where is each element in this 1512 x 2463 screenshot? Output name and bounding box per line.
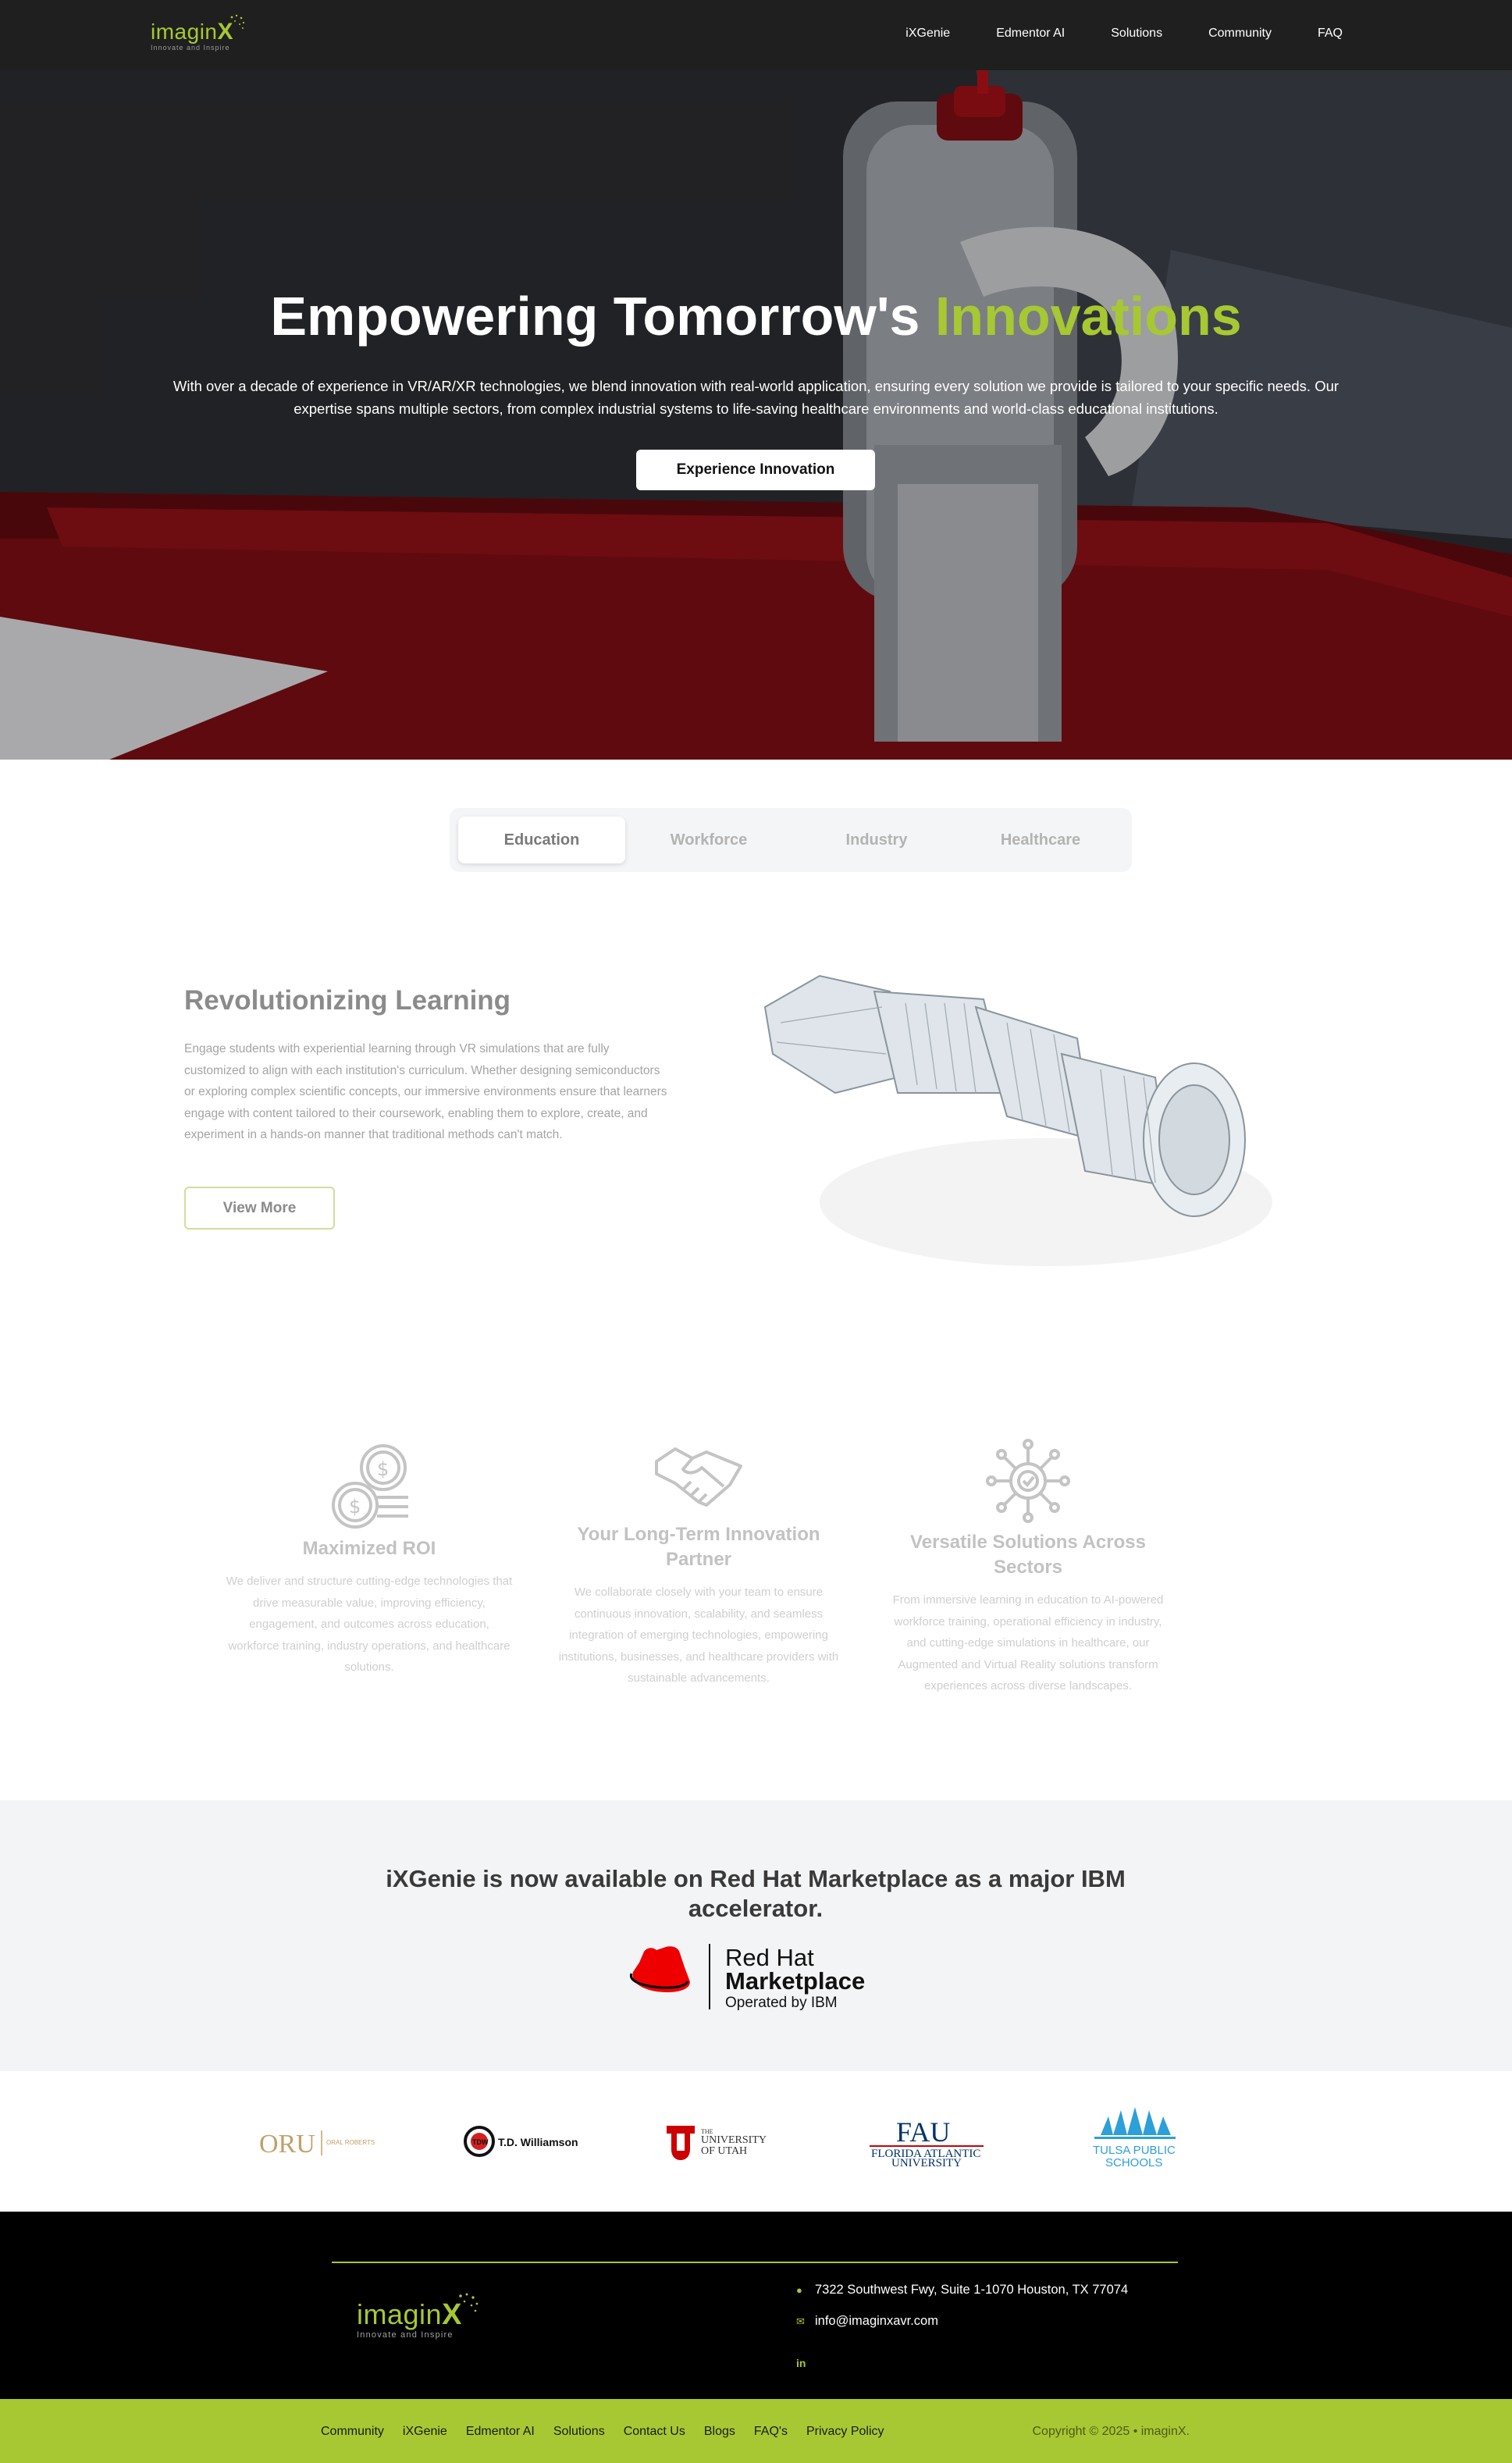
university-of-utah-logo[interactable]: THE UNIVERSITY OF UTAH [665,2102,782,2180]
oru-logo-short: ORU [259,2130,315,2159]
redhat-announcement: iXGenie is now available on Red Hat Mark… [0,1800,1512,2071]
value-text-roi: We deliver and structure cutting-edge te… [226,1575,513,1674]
footer-link-edmentor-ai[interactable]: Edmentor AI [466,2425,535,2439]
redhat-title: iXGenie is now available on Red Hat Mark… [386,1865,1126,1922]
oru-logo[interactable]: ORU ORAL ROBERTS UNIVERSITY [258,2102,375,2180]
footer-link-privacy-policy[interactable]: Privacy Policy [806,2425,884,2439]
footer-divider [332,2262,1178,2263]
footer-link-blogs[interactable]: Blogs [704,2425,735,2439]
partner-logos: ORU ORAL ROBERTS UNIVERSITY TDW T.D. Wil… [0,2071,1512,2212]
footer-link-community[interactable]: Community [321,2425,384,2439]
view-more-button[interactable]: View More [184,1187,335,1230]
utah-of-utah: OF UTAH [701,2145,747,2157]
feature-title: Revolutionizing Learning [184,985,511,1016]
copyright-text: Copyright © 2025 • imaginX. [1032,2425,1190,2438]
footer-email-text[interactable]: info@imaginxavr.com [815,2314,938,2328]
nav-link-ixgenie[interactable]: iXGenie [905,27,950,41]
value-text-sectors: From immersive learning in education to … [892,1593,1164,1692]
page: imaginX Innovate and Inspire iXGenie Edm… [0,0,1512,2463]
feature-description: Engage students with experiential learni… [184,1042,667,1141]
footer-address-text: 7322 Southwest Fwy, Suite 1-1070 Houston… [815,2283,1129,2297]
tab-education[interactable]: Education [458,817,625,863]
value-title-roi: Maximized ROI [302,1538,436,1559]
tab-healthcare[interactable]: Healthcare [957,817,1124,863]
utah-university: UNIVERSITY [701,2134,767,2146]
nav-links: iXGenie Edmentor AI Solutions Community … [859,27,1343,41]
nav-link-solutions[interactable]: Solutions [1111,27,1162,41]
footer-logo-tagline: Innovate and Inspire [357,2330,454,2340]
footer-link-faqs[interactable]: FAQ's [754,2425,788,2439]
bottom-bar: Community iXGenie Edmentor AI Solutions … [0,2399,1512,2463]
footer-link-contact-us[interactable]: Contact Us [624,2425,685,2439]
hero-section: Empowering Tomorrow's Innovations With o… [0,70,1512,760]
site-logo[interactable]: imaginX Innovate and Inspire [151,14,245,52]
handshake-icon [655,1447,742,1507]
footer-link-solutions[interactable]: Solutions [553,2425,605,2439]
tdw-name: T.D. Williamson [498,2136,578,2148]
coins-icon: $ $ [332,1444,408,1529]
tab-workforce[interactable]: Workforce [625,817,792,863]
footer-logo[interactable]: imaginX Innovate and Inspire [357,2293,479,2340]
value-card-roi: $ $ Maximized ROI We deliver and structu… [225,1443,514,1678]
tulsa-line1: TULSA PUBLIC [1093,2144,1176,2157]
network-gear-icon [986,1439,1070,1523]
fau-line2: UNIVERSITY [891,2157,962,2169]
nav-link-edmentor-ai[interactable]: Edmentor AI [996,27,1065,41]
oru-logo-full: ORAL ROBERTS UNIVERSITY [326,2139,375,2146]
redhat-logo-line2: Marketplace [725,1967,865,1995]
fau-short: FAU [896,2116,950,2148]
logo-tagline: Innovate and Inspire [151,44,230,52]
tab-industry[interactable]: Industry [793,817,960,863]
nav-link-community[interactable]: Community [1208,27,1272,41]
sector-tabs: Education Workforce Industry Healthcare [450,808,1132,872]
footer-logo-wordmark: imagin [357,2298,443,2330]
svg-text:$: $ [377,1458,389,1480]
hero-title: Empowering Tomorrow's Innovations [0,285,1512,347]
tulsa-line2: SCHOOLS [1105,2156,1162,2169]
mail-icon: ✉ [796,2315,805,2327]
footer: imaginX Innovate and Inspire ● 7322 South… [0,2212,1512,2399]
tulsa-public-schools-logo[interactable]: TULSA PUBLIC SCHOOLS [1085,2102,1186,2180]
value-title-sectors: Versatile Solutions Across Sectors [910,1532,1146,1578]
redhat-marketplace-logo[interactable]: Red Hat Marketplace Operated by IBM [627,1939,884,2013]
td-williamson-logo[interactable]: TDW T.D. Williamson [462,2102,579,2180]
location-pin-icon: ● [796,2284,802,2296]
experience-innovation-button[interactable]: Experience Innovation [636,450,875,490]
value-text-partner: We collaborate closely with your team to… [558,1586,839,1685]
footer-logo-sparkle-icon [459,2293,479,2312]
svg-text:$: $ [349,1496,361,1518]
hero-title-main: Empowering Tomorrow's [270,286,935,347]
footer-address: ● 7322 Southwest Fwy, Suite 1-1070 Housto… [796,2283,1128,2297]
footer-links: Community iXGenie Edmentor AI Solutions … [321,2425,903,2439]
top-navigation: imaginX Innovate and Inspire iXGenie Edm… [0,0,1512,70]
nav-link-faq[interactable]: FAQ [1318,27,1343,41]
value-card-sectors: Versatile Solutions Across Sectors From … [884,1438,1172,1697]
value-title-partner: Your Long-Term Innovation Partner [577,1524,820,1570]
redhat-logo-line3: Operated by IBM [725,1995,838,2011]
tdw-badge: TDW [472,2138,489,2146]
hero-title-accent: Innovations [934,286,1242,347]
logo-wordmark: imagin [151,20,218,44]
hero-description: With over a decade of experience in VR/A… [173,378,1339,417]
linkedin-icon[interactable]: in [796,2357,806,2369]
footer-link-ixgenie[interactable]: iXGenie [403,2425,447,2439]
footer-email[interactable]: ✉ info@imaginxavr.com [796,2314,938,2329]
value-card-partner: Your Long-Term Innovation Partner We col… [554,1438,843,1689]
jet-engine-image [763,974,1272,1266]
florida-atlantic-logo[interactable]: FAU FLORIDA ATLANTIC UNIVERSITY [868,2102,993,2180]
logo-sparkle-icon [230,14,245,29]
